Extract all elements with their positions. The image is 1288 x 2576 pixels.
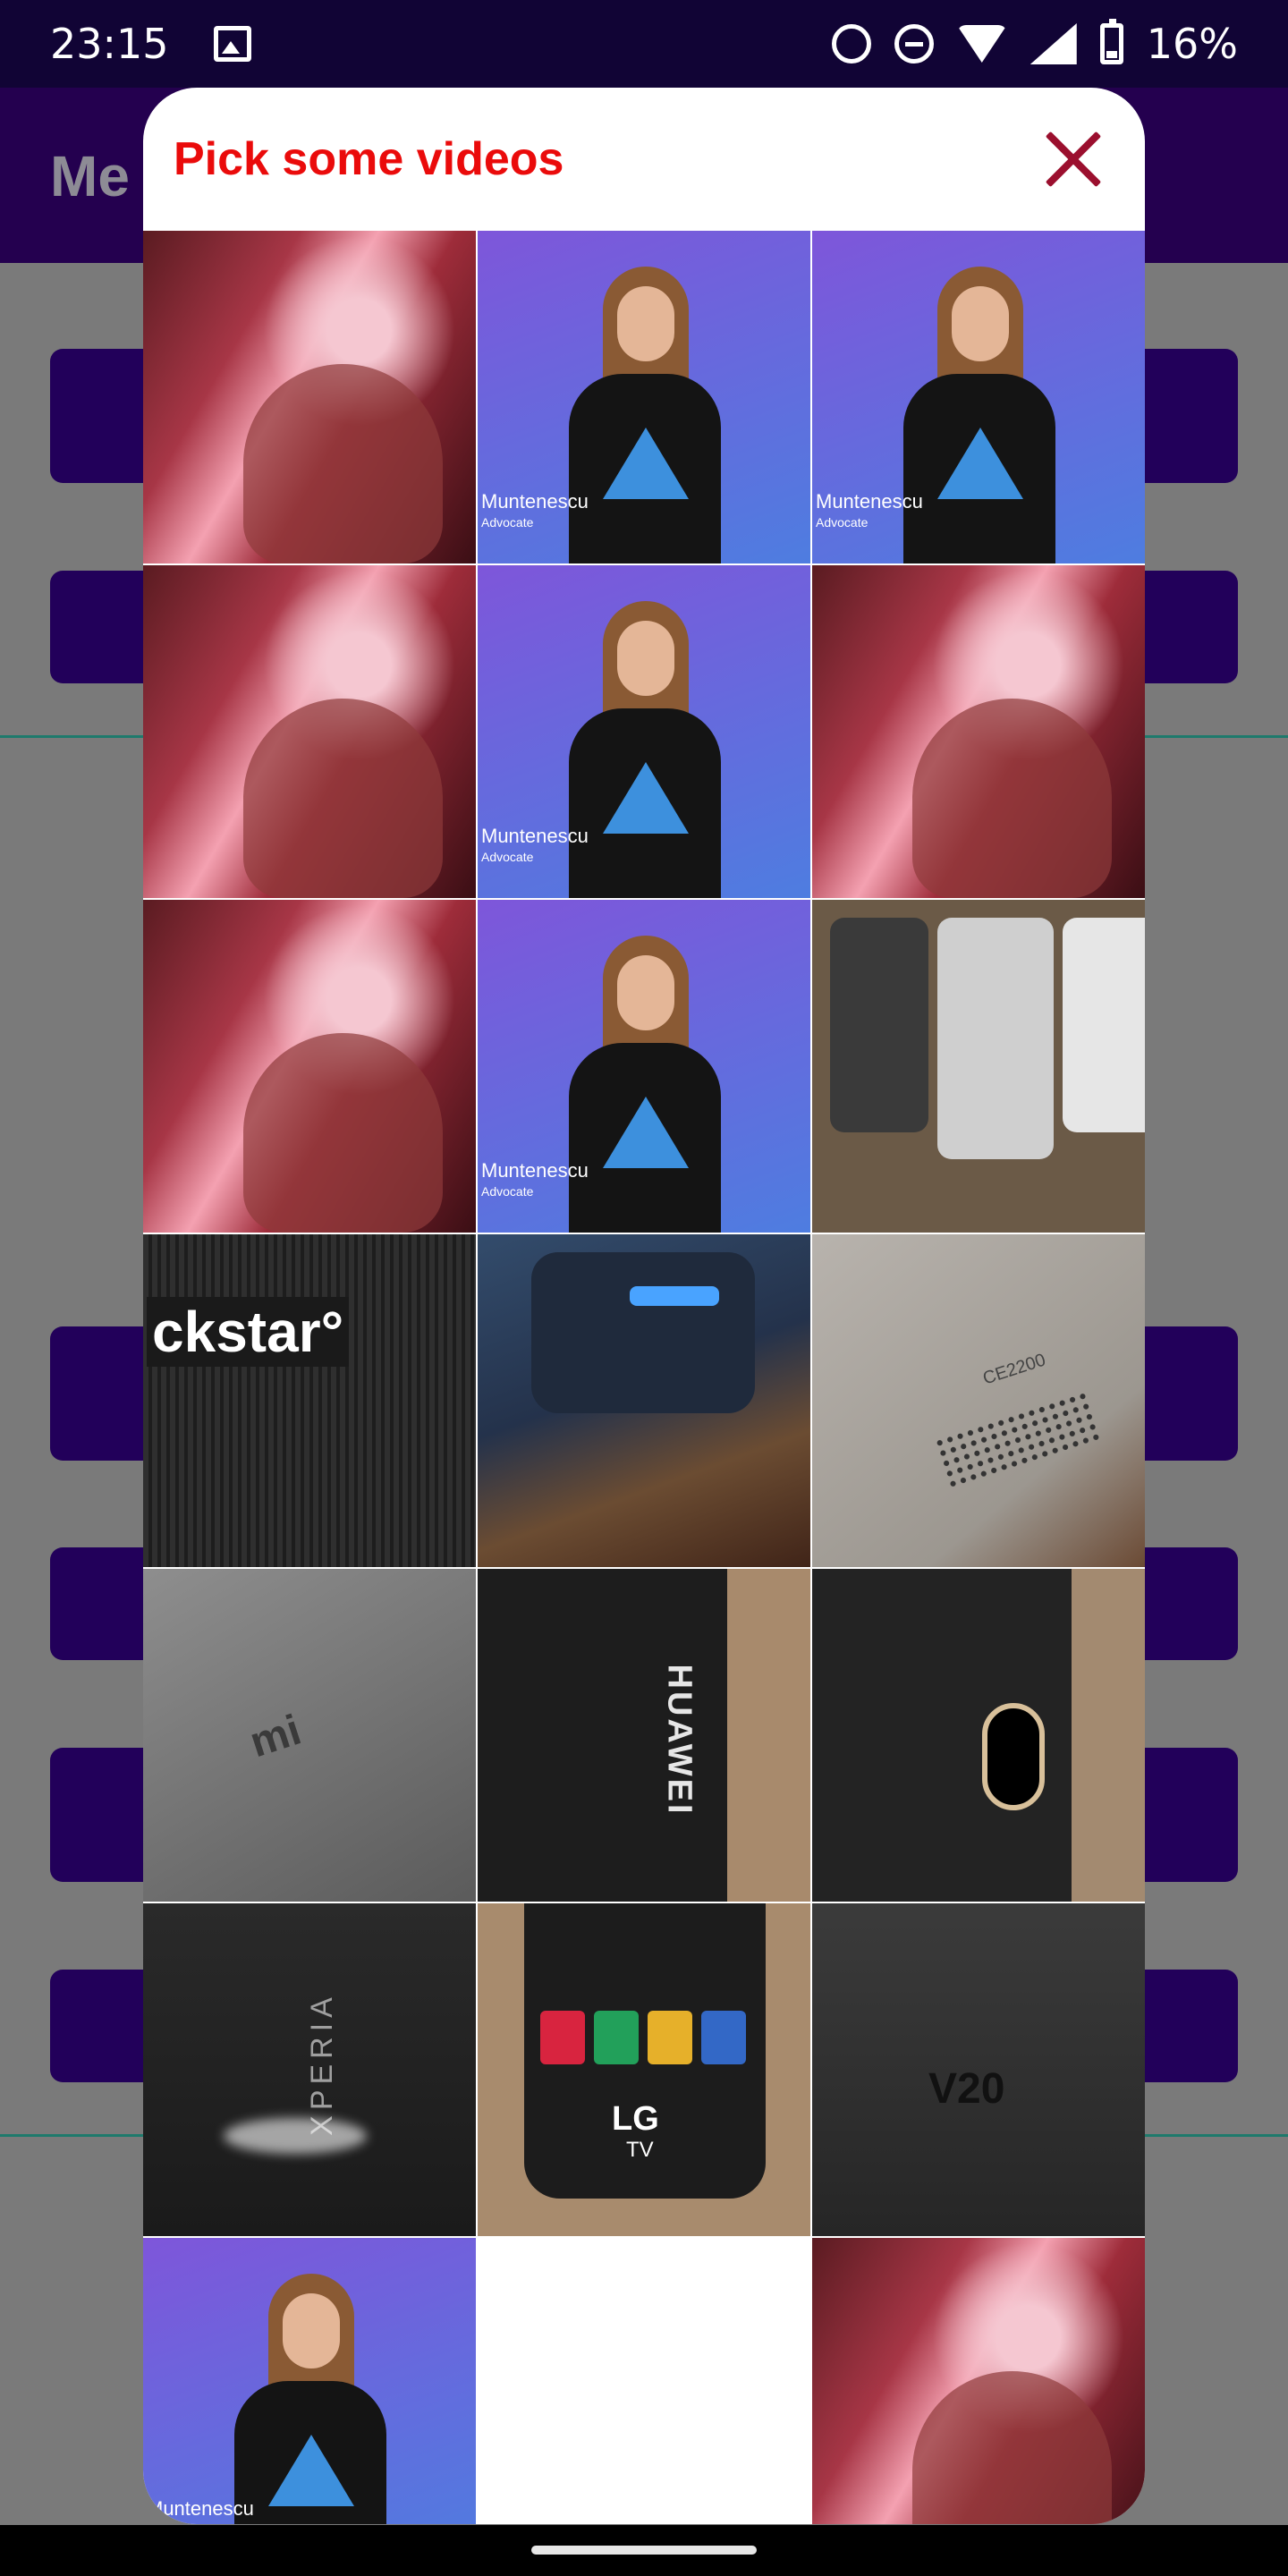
- shirt-logo: [603, 428, 689, 499]
- ce-mark-text: CE2200: [980, 1350, 1048, 1389]
- dialog-header: Pick some videos: [143, 88, 1145, 231]
- video-thumbnail[interactable]: Muntenescu Advocate: [478, 231, 810, 564]
- navigation-bar: [0, 2525, 1288, 2576]
- video-thumbnail[interactable]: Muntenescu Advocate: [478, 900, 810, 1233]
- phone-image: [830, 918, 928, 1132]
- xperia-brand-text: XPERIA: [304, 1992, 339, 2136]
- status-bar: 23:15 16%: [0, 0, 1288, 88]
- video-thumbnail[interactable]: Muntenescu Advocate: [478, 565, 810, 898]
- video-thumbnail[interactable]: [812, 900, 1145, 1233]
- status-time: 23:15: [50, 20, 169, 68]
- video-thumbnail[interactable]: XPERIA: [143, 1903, 476, 2236]
- xiaomi-logo-text: mi: [244, 1706, 307, 1767]
- video-thumbnail[interactable]: CE2200: [812, 1234, 1145, 1567]
- video-thumbnail[interactable]: ckstar°: [143, 1234, 476, 1567]
- video-thumbnail[interactable]: [143, 231, 476, 564]
- presenter-image: [617, 955, 674, 1030]
- dnd-icon: [894, 24, 934, 64]
- video-thumbnail[interactable]: [812, 565, 1145, 898]
- thumbnail-caption: Muntenescu: [816, 490, 923, 513]
- shirt-logo: [603, 1097, 689, 1168]
- close-icon[interactable]: [1038, 125, 1109, 197]
- video-thumbnail-placeholder[interactable]: [478, 2238, 810, 2524]
- dialog-title: Pick some videos: [174, 133, 564, 185]
- video-thumbnail[interactable]: [812, 2238, 1145, 2524]
- gallery-icon: [213, 26, 251, 62]
- tv-text: TV: [626, 2138, 654, 2162]
- background-title: Me: [50, 144, 130, 208]
- phone-image: [1063, 918, 1145, 1132]
- video-thumbnail[interactable]: [478, 1234, 810, 1567]
- shirt-logo: [268, 2435, 354, 2506]
- thumbnail-subcaption: Advocate: [481, 1184, 534, 1199]
- battery-percent: 16%: [1146, 20, 1238, 68]
- camera-image: [982, 1703, 1045, 1810]
- thumbnail-subcaption: Advocate: [481, 850, 534, 864]
- remote-button: [540, 2011, 585, 2064]
- presenter-image: [617, 286, 674, 361]
- video-thumbnail[interactable]: [143, 900, 476, 1233]
- remote-button: [701, 2011, 746, 2064]
- charger-image: [531, 1252, 755, 1413]
- shirt-logo: [937, 428, 1023, 499]
- huawei-brand-text: HUAWEI: [660, 1664, 699, 1817]
- lg-logo-text: LG: [612, 2100, 659, 2138]
- remote-color-buttons: [540, 2011, 746, 2064]
- phone-image: [937, 918, 1054, 1159]
- presenter-image: [617, 621, 674, 696]
- video-thumbnail[interactable]: mi: [143, 1569, 476, 1902]
- video-thumbnail[interactable]: V20: [812, 1903, 1145, 2236]
- thumbnail-caption: Muntenescu: [481, 1159, 589, 1182]
- v20-brand-text: V20: [928, 2065, 1005, 2113]
- video-thumbnail[interactable]: Muntenescu: [143, 2238, 476, 2524]
- video-picker-dialog: Pick some videos Muntenescu Advocate Mun…: [143, 88, 1145, 2524]
- video-thumbnail[interactable]: [812, 1569, 1145, 1902]
- status-icons: 16%: [831, 19, 1238, 68]
- video-grid: Muntenescu Advocate Muntenescu Advocate …: [143, 231, 1145, 2524]
- home-gesture-handle[interactable]: [531, 2546, 757, 2555]
- thumbnail-subcaption: Advocate: [481, 515, 534, 530]
- shirt-logo: [603, 762, 689, 834]
- signal-icon: [1030, 23, 1077, 64]
- presenter-image: [952, 286, 1009, 361]
- remote-button: [594, 2011, 639, 2064]
- charger-light: [630, 1286, 719, 1306]
- wifi-icon: [956, 25, 1007, 63]
- speaker-brand-text: ckstar°: [147, 1297, 350, 1367]
- thumbnail-caption: Muntenescu: [147, 2497, 254, 2520]
- thumbnail-subcaption: Advocate: [816, 515, 869, 530]
- presenter-image: [283, 2293, 340, 2368]
- thumbnail-caption: Muntenescu: [481, 825, 589, 847]
- alarm-icon: [831, 24, 871, 64]
- speaker-grille: [933, 1389, 1103, 1491]
- video-thumbnail[interactable]: LG TV: [478, 1903, 810, 2236]
- video-thumbnail[interactable]: [143, 565, 476, 898]
- remote-button: [648, 2011, 692, 2064]
- video-thumbnail[interactable]: HUAWEI: [478, 1569, 810, 1902]
- thumbnail-caption: Muntenescu: [481, 490, 589, 513]
- glare: [224, 2118, 367, 2154]
- battery-icon: [1099, 19, 1123, 64]
- video-thumbnail[interactable]: Muntenescu Advocate: [812, 231, 1145, 564]
